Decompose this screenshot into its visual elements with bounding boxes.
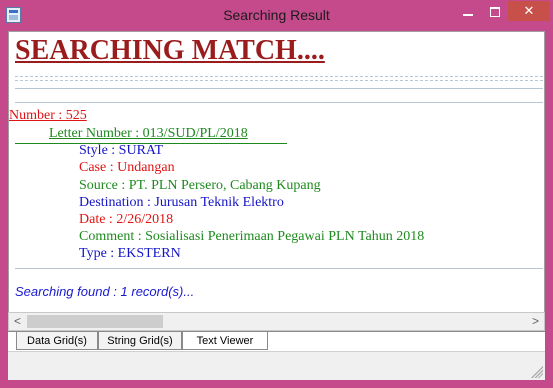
close-button[interactable]: ✕: [508, 1, 550, 21]
searching-result-window: Searching Result ✕ SEARCHING MATCH.... N…: [0, 0, 553, 388]
horizontal-scrollbar[interactable]: < >: [8, 312, 545, 331]
source-field: Source : PT. PLN Persero, Cabang Kupang: [79, 178, 321, 193]
date-field: Date : 2/26/2018: [79, 212, 174, 227]
status-bar: [8, 351, 545, 380]
searching-match-heading: SEARCHING MATCH....: [15, 35, 325, 66]
maximize-button[interactable]: [482, 1, 508, 23]
tab-string-grids[interactable]: String Grid(s): [98, 332, 182, 350]
type-field: Type : EKSTERN: [79, 246, 181, 261]
letter-number: Letter Number : 013/SUD/PL/2018: [49, 126, 248, 141]
divider: [15, 102, 543, 103]
divider: [15, 80, 543, 81]
tab-text-viewer[interactable]: Text Viewer: [182, 332, 268, 350]
minimize-button[interactable]: [455, 1, 481, 23]
divider: [15, 88, 543, 89]
client-area: SEARCHING MATCH.... Number : 525 Letter …: [8, 31, 545, 380]
comment-field: Comment : Sosialisasi Penerimaan Pegawai…: [79, 229, 425, 244]
tab-data-grids[interactable]: Data Grid(s): [16, 332, 98, 350]
view-tabs: Data Grid(s) String Grid(s) Text Viewer: [8, 331, 545, 351]
close-icon: ✕: [523, 3, 535, 18]
scrollbar-thumb[interactable]: [27, 315, 163, 328]
destination-field: Destination : Jurusan Teknik Elektro: [79, 195, 284, 210]
divider: [15, 268, 543, 269]
style-field: Style : SURAT: [79, 143, 164, 158]
resize-grip-icon[interactable]: [531, 366, 543, 378]
scroll-left-arrow-icon[interactable]: <: [9, 313, 26, 330]
scroll-right-arrow-icon[interactable]: >: [527, 313, 544, 330]
record-number: Number : 525: [9, 108, 87, 123]
case-field: Case : Undangan: [79, 160, 175, 175]
divider: [15, 76, 543, 77]
search-result-count: Searching found : 1 record(s)...: [15, 284, 195, 299]
text-viewer-panel[interactable]: SEARCHING MATCH.... Number : 525 Letter …: [8, 31, 545, 318]
title-bar[interactable]: Searching Result ✕: [0, 0, 553, 31]
